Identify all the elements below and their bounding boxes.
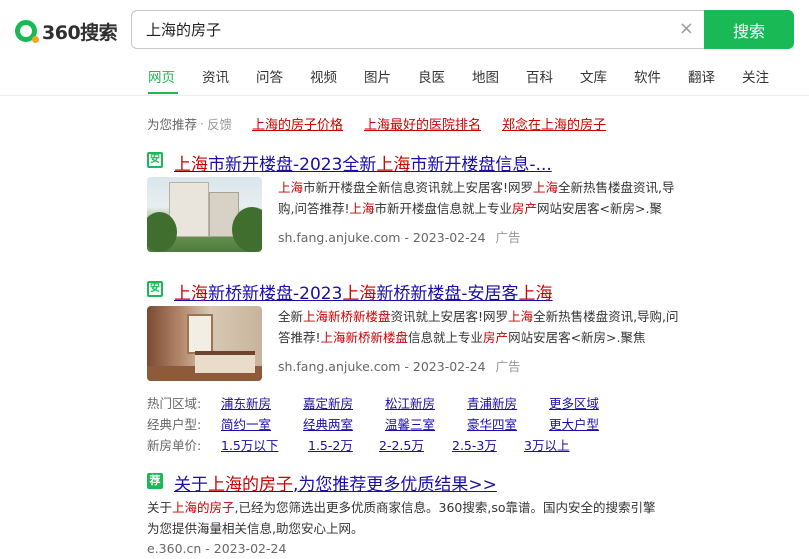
recommend-separator: · — [200, 115, 204, 131]
nav-tab-3[interactable]: 视频 — [310, 68, 337, 90]
link-grid: 热门区域: 浦东新房 嘉定新房 松江新房 青浦新房 更多区域经典户型: 简约一室 经典两室 温馨… — [147, 392, 609, 455]
result-title[interactable]: 关于上海的房子,为您推荐更多优质结果>> — [174, 470, 497, 495]
result-title[interactable]: 上海市新开楼盘-2023全新上海市新开楼盘信息-... — [174, 150, 552, 175]
link-grid-link[interactable]: 浦东新房 — [221, 396, 271, 411]
link-grid-row: 经典户型: 简约一室 经典两室 温馨三室 豪华四室 更大户型 — [147, 413, 609, 434]
feedback-link[interactable]: 反馈 — [207, 114, 232, 133]
logo-icon — [15, 20, 39, 43]
nav-tabs: 网页 资讯 问答 视频 图片 良医 地图 百科 文库 软件 翻译 关注 — [148, 68, 796, 90]
link-grid-row: 新房单价: 1.5万以下 1.5-2万 2-2.5万 2.5-3万 3万以上 — [147, 434, 609, 455]
nav-tab-4[interactable]: 图片 — [364, 68, 391, 90]
recommend-row: 为您推荐 · 反馈 上海的房子价格 上海最好的医院排名 郑念在上海的房子 — [147, 114, 627, 133]
result-source: sh.fang.anjuke.com - 2023-02-24 广告 — [278, 359, 521, 374]
recommend-link-2[interactable]: 郑念在上海的房子 — [502, 114, 606, 133]
nav-tab-2[interactable]: 问答 — [256, 68, 283, 90]
link-grid-row: 热门区域: 浦东新房 嘉定新房 松江新房 青浦新房 更多区域 — [147, 392, 609, 413]
link-grid-label: 经典户型: — [147, 417, 202, 432]
result-thumbnail[interactable] — [147, 177, 262, 252]
search-box: × — [131, 10, 706, 49]
nav-tab-11[interactable]: 关注 — [742, 68, 769, 90]
recommend-link-1[interactable]: 上海最好的医院排名 — [364, 114, 481, 133]
header: 360搜索 × 搜索 — [0, 0, 809, 60]
nav-tab-5[interactable]: 良医 — [418, 68, 445, 90]
link-grid-link[interactable]: 经典两室 — [303, 417, 353, 432]
nav-tab-6[interactable]: 地图 — [472, 68, 499, 90]
search-button[interactable]: 搜索 — [704, 10, 794, 49]
recommend-label: 为您推荐 — [147, 116, 198, 132]
nav-tab-7[interactable]: 百科 — [526, 68, 553, 90]
link-grid-link[interactable]: 豪华四室 — [467, 417, 517, 432]
result-snippet: 关于上海的房子,已经为您筛选出更多优质商家信息。360搜索,so靠谱。国内安全的… — [147, 500, 656, 536]
link-grid-link[interactable]: 青浦新房 — [467, 396, 517, 411]
result-source: e.360.cn - 2023-02-24 — [147, 541, 287, 556]
nav-tab-8[interactable]: 文库 — [580, 68, 607, 90]
link-grid-link[interactable]: 更多区域 — [549, 396, 599, 411]
result-thumbnail[interactable] — [147, 306, 262, 381]
clear-icon[interactable]: × — [679, 20, 694, 38]
search-input[interactable] — [146, 11, 666, 48]
link-grid-link[interactable]: 2-2.5万 — [379, 438, 424, 453]
recommend-badge-icon: 荐 — [147, 473, 163, 489]
result-source: sh.fang.anjuke.com - 2023-02-24 广告 — [278, 230, 521, 245]
anjuke-badge-icon: 安 — [147, 152, 163, 168]
nav-active-indicator — [148, 92, 178, 94]
link-grid-link[interactable]: 简约一室 — [221, 417, 271, 432]
link-grid-link[interactable]: 松江新房 — [385, 396, 435, 411]
nav-divider — [0, 95, 809, 96]
link-grid-link[interactable]: 2.5-3万 — [452, 438, 497, 453]
link-grid-label: 热门区域: — [147, 396, 202, 411]
link-grid-link[interactable]: 3万以上 — [524, 438, 569, 453]
link-grid-link[interactable]: 更大户型 — [549, 417, 599, 432]
result-snippet: 上海市新开楼盘全新信息资讯就上安居客!网罗上海全新热售楼盘资讯,导购,问答推荐!… — [278, 180, 675, 216]
link-grid-link[interactable]: 1.5-2万 — [308, 438, 353, 453]
link-grid-link[interactable]: 1.5万以下 — [221, 438, 278, 453]
logo[interactable]: 360搜索 — [15, 18, 118, 44]
logo-text: 360搜索 — [42, 21, 118, 44]
link-grid-link[interactable]: 嘉定新房 — [303, 396, 353, 411]
result-snippet: 全新上海新桥新楼盘资讯就上安居客!网罗上海全新热售楼盘资讯,导购,问答推荐!上海… — [278, 309, 679, 345]
result-title[interactable]: 上海新桥新楼盘-2023上海新桥新楼盘-安居客上海 — [174, 279, 553, 304]
recommend-link-0[interactable]: 上海的房子价格 — [252, 114, 343, 133]
nav-tab-10[interactable]: 翻译 — [688, 68, 715, 90]
recommend-links: 上海的房子价格 上海最好的医院排名 郑念在上海的房子 — [252, 114, 627, 133]
link-grid-link[interactable]: 温馨三室 — [385, 417, 435, 432]
anjuke-badge-icon: 安 — [147, 281, 163, 297]
link-grid-label: 新房单价: — [147, 438, 202, 453]
nav-tab-0[interactable]: 网页 — [148, 68, 175, 90]
nav-tab-9[interactable]: 软件 — [634, 68, 661, 90]
nav-tab-1[interactable]: 资讯 — [202, 68, 229, 90]
